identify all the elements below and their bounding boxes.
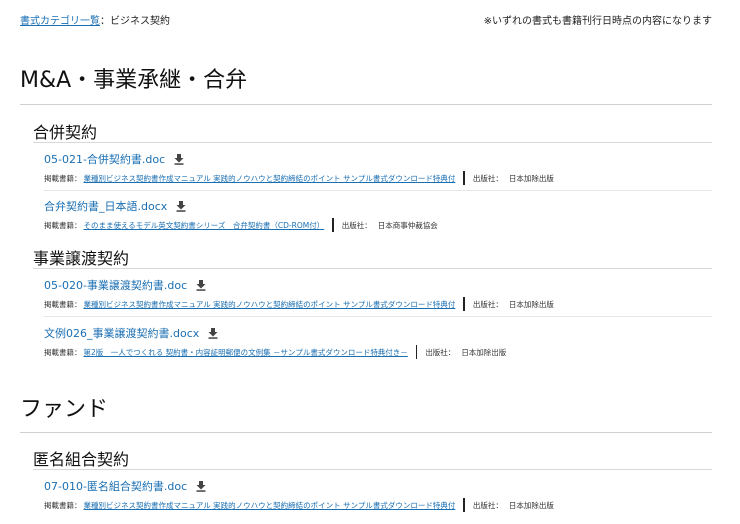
publisher-label: 出版社： (472, 299, 503, 309)
file-entry: 合弁契約書_日本語.docx 掲載書籍： そのまま使えるモデル英文契約書シリーズ… (44, 198, 712, 232)
book-label: 掲載書籍： (44, 173, 82, 183)
group-title-business-transfer: 事業譲渡契約 (33, 249, 130, 268)
section-divider (20, 432, 712, 433)
book-link[interactable]: 第2版 一人でつくれる 契約書・内容証明郵便の文例集 －サンプル書式ダウンロード… (84, 347, 408, 358)
file-entry: 文例026_事業譲渡契約書.docx 掲載書籍： 第2版 一人でつくれる 契約書… (44, 325, 712, 359)
publisher-label: 出版社： (472, 173, 503, 183)
book-link[interactable]: そのまま使えるモデル英文契約書シリーズ 合弁契約書（CD-ROM付） (84, 220, 325, 231)
section-divider (20, 104, 712, 105)
group-divider (33, 268, 712, 269)
download-icon[interactable] (195, 480, 207, 492)
notice-text: ※いずれの書式も書籍刊行日時点の内容になります (483, 16, 712, 27)
file-link[interactable]: 05-021-合併契約書.doc (44, 151, 165, 167)
group-title-merger: 合併契約 (33, 123, 98, 142)
section-title-fund: ファンド (20, 397, 109, 422)
breadcrumb-separator: ： (100, 16, 110, 27)
breadcrumb-current: ビジネス契約 (110, 16, 170, 27)
entry-divider (44, 316, 712, 317)
file-entry: 07-010-匿名組合契約書.doc 掲載書籍： 業種別ビジネス契約書作成マニュ… (44, 478, 712, 512)
group-divider (33, 142, 712, 143)
file-entry: 05-021-合併契約書.doc 掲載書籍： 業種別ビジネス契約書作成マニュアル… (44, 151, 712, 191)
book-label: 掲載書籍： (44, 500, 82, 510)
publisher-label: 出版社： (341, 220, 372, 230)
file-link[interactable]: 05-020-事業譲渡契約書.doc (44, 277, 187, 293)
group-divider (33, 469, 712, 470)
breadcrumb-category-list-link[interactable]: 書式カテゴリ一覧 (20, 16, 100, 27)
book-label: 掲載書籍： (44, 220, 82, 230)
publisher-label: 出版社： (425, 347, 456, 357)
publisher-name: 日本加除出版 (508, 500, 554, 510)
download-icon[interactable] (175, 200, 187, 212)
file-link[interactable]: 合弁契約書_日本語.docx (44, 198, 167, 214)
file-link[interactable]: 07-010-匿名組合契約書.doc (44, 478, 187, 494)
download-icon[interactable] (173, 153, 185, 165)
section-title-ma: M&A・事業承継・合弁 (20, 68, 248, 93)
publisher-label: 出版社： (472, 500, 503, 510)
meta-separator (415, 345, 418, 359)
book-link[interactable]: 業種別ビジネス契約書作成マニュアル 実践的ノウハウと契約締結のポイント サンプル… (84, 299, 456, 310)
entry-divider (44, 190, 712, 191)
meta-separator (463, 498, 465, 512)
download-icon[interactable] (207, 327, 219, 339)
file-entry: 05-020-事業譲渡契約書.doc 掲載書籍： 業種別ビジネス契約書作成マニュ… (44, 277, 712, 317)
publisher-name: 日本加除出版 (508, 173, 554, 183)
top-bar: 書式カテゴリ一覧：ビジネス契約 ※いずれの書式も書籍刊行日時点の内容になります (20, 12, 712, 28)
file-link[interactable]: 文例026_事業譲渡契約書.docx (44, 325, 199, 341)
meta-separator (332, 218, 334, 232)
download-icon[interactable] (195, 279, 207, 291)
group-title-silent-partnership: 匿名組合契約 (33, 450, 130, 469)
meta-separator (463, 297, 465, 311)
book-label: 掲載書籍： (44, 299, 82, 309)
book-link[interactable]: 業種別ビジネス契約書作成マニュアル 実践的ノウハウと契約締結のポイント サンプル… (84, 500, 456, 511)
publisher-name: 日本加除出版 (461, 347, 507, 357)
meta-separator (463, 171, 465, 185)
book-label: 掲載書籍： (44, 347, 82, 357)
publisher-name: 日本商事仲裁協会 (377, 220, 438, 230)
publisher-name: 日本加除出版 (508, 299, 554, 309)
book-link[interactable]: 業種別ビジネス契約書作成マニュアル 実践的ノウハウと契約締結のポイント サンプル… (84, 173, 456, 184)
